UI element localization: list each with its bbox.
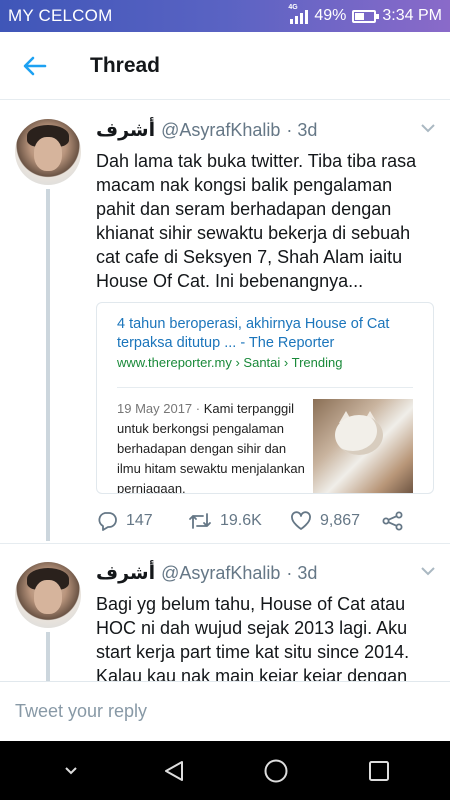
nav-hide-button[interactable] [51,751,91,791]
like-button[interactable]: 9,867 [290,511,382,531]
user-handle[interactable]: @AsyrafKhalib [161,563,280,584]
thread-connector [46,632,50,681]
battery-icon [352,9,380,23]
tweet[interactable]: أشرف @AsyrafKhalib · 3d Dah lama tak buk… [0,101,450,541]
network-type: 4G [288,4,298,11]
tweet-header: أشرف @AsyrafKhalib · 3d [96,562,317,584]
retweet-count: 19.6K [220,512,262,529]
arrow-left-icon [23,56,47,75]
circle-home-icon [264,759,288,782]
reply-bar [0,681,450,741]
nav-back-button[interactable] [154,751,194,791]
back-button[interactable] [0,32,70,100]
display-name[interactable]: أشرف [96,119,155,141]
card-date: 19 May 2017 · [117,401,201,416]
signal-icon: 4G [288,4,309,24]
reply-input[interactable] [15,701,435,722]
divider [117,387,413,388]
heart-icon [291,511,311,530]
tweet[interactable]: أشرف @AsyrafKhalib · 3d Bagi yg belum ta… [0,544,450,681]
nav-home-button[interactable] [256,751,296,791]
card-thumbnail [313,399,413,493]
status-bar: MY CELCOM 4G 49% 3:34 PM [0,0,450,32]
app-header: Thread [0,32,450,100]
system-nav-bar [0,741,450,800]
chevron-down-icon [65,766,77,774]
nav-recents-button[interactable] [359,751,399,791]
link-card[interactable]: 4 tahun beroperasi, akhirnya House of Ca… [96,302,434,494]
tweet-header: أشرف @AsyrafKhalib · 3d [96,119,317,141]
card-url: www.thereporter.my › Santai › Trending [117,355,343,370]
reply-icon [98,512,117,531]
retweet-icon [189,513,211,529]
chevron-down-icon[interactable] [420,123,436,133]
share-icon [382,511,403,531]
tweet-time: · 3d [286,120,318,140]
like-count: 9,867 [320,512,361,529]
clock: 3:34 PM [382,7,442,24]
triangle-back-icon [164,760,183,781]
tweet-time: · 3d [286,563,318,583]
thread-list[interactable]: أشرف @AsyrafKhalib · 3d Dah lama tak buk… [0,101,450,681]
tweet-actions: 147 19.6K 9,867 [96,509,416,533]
card-snippet: 19 May 2017 · Kami terpanggil untuk berk… [117,399,305,493]
carrier-name: MY CELCOM [8,6,113,25]
battery-percent: 49% [314,7,347,24]
avatar[interactable] [15,119,81,185]
thread-connector [46,189,50,541]
display-name[interactable]: أشرف [96,562,155,584]
user-handle[interactable]: @AsyrafKhalib [161,120,280,141]
tweet-text: Dah lama tak buka twitter. Tiba tiba ras… [96,151,417,291]
card-title[interactable]: 4 tahun beroperasi, akhirnya House of Ca… [117,315,413,353]
chevron-down-icon[interactable] [420,566,436,576]
page-title: Thread [90,53,161,77]
reply-count: 147 [126,512,153,529]
tweet-text: Bagi yg belum tahu, House of Cat atau HO… [96,594,410,681]
retweet-button[interactable]: 19.6K [188,512,290,530]
square-recents-icon [368,760,389,781]
avatar[interactable] [15,562,81,628]
reply-button[interactable]: 147 [96,511,188,531]
share-button[interactable] [382,511,404,531]
